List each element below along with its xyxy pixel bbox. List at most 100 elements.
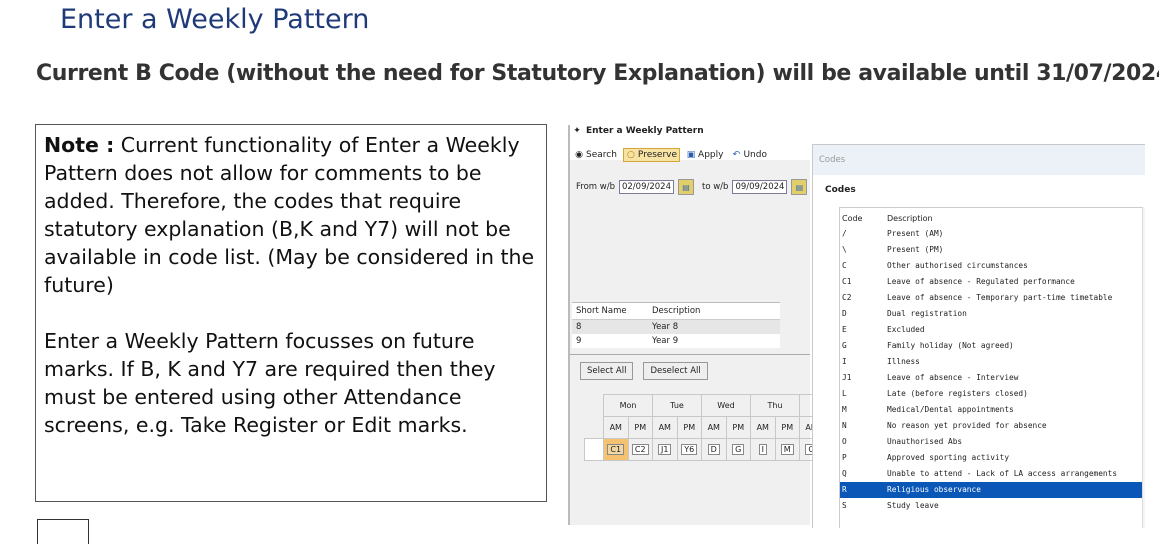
- column-header-code: Code: [842, 214, 863, 223]
- code-description-cell: Present (PM): [887, 245, 944, 254]
- code-list-item[interactable]: J1 Leave of absence - Interview: [840, 370, 1144, 386]
- pattern-code-cell[interactable]: Y6: [676, 438, 702, 461]
- code-cell: E: [842, 325, 847, 334]
- undo-button[interactable]: ↶ Undo: [729, 149, 769, 161]
- code-list-item[interactable]: D Dual registration: [840, 306, 1144, 322]
- calendar-icon[interactable]: ▤: [791, 179, 808, 195]
- code-cell: R: [842, 485, 847, 494]
- select-all-button[interactable]: Select All: [580, 362, 634, 380]
- code-description-cell: Present (AM): [887, 229, 944, 238]
- code-list-item[interactable]: R Religious observance: [840, 482, 1144, 498]
- pattern-code: C1: [607, 444, 625, 455]
- code-list-item[interactable]: \ Present (PM): [840, 242, 1144, 258]
- preserve-label: Preserve: [637, 150, 678, 160]
- code-list-item[interactable]: C Other authorised circumstances: [840, 258, 1144, 274]
- pattern-code: Y6: [681, 444, 698, 455]
- code-description-cell: Leave of absence - Temporary part-time t…: [887, 293, 1113, 302]
- code-description-cell: Leave of absence - Regulated performance: [887, 277, 1075, 286]
- pattern-code: J1: [658, 444, 672, 455]
- table-row[interactable]: 8 Year 8: [572, 320, 780, 334]
- undo-label: Undo: [743, 150, 767, 160]
- day-header: Thu: [750, 394, 800, 417]
- empty-box-shape: [37, 519, 89, 544]
- code-description-cell: Late (before registers closed): [887, 389, 1028, 398]
- session-header: PM: [774, 416, 800, 439]
- code-description-cell: Illness: [887, 357, 920, 366]
- code-list-item[interactable]: C2 Leave of absence - Temporary part-time…: [840, 290, 1144, 306]
- note-label: Note :: [44, 133, 115, 157]
- pattern-code-cell[interactable]: C2: [627, 438, 653, 461]
- session-header: PM: [627, 416, 653, 439]
- pattern-code-cell[interactable]: D: [701, 438, 727, 461]
- code-list-item[interactable]: / Present (AM): [840, 226, 1144, 242]
- code-cell: /: [842, 229, 847, 238]
- code-description-cell: No reason yet provided for absence: [887, 421, 1047, 430]
- from-date-field[interactable]: 02/09/2024: [618, 180, 674, 194]
- selection-buttons: Select All Deselect All: [580, 362, 708, 380]
- table-row[interactable]: 9 Year 9: [572, 334, 780, 348]
- session-header: AM: [652, 416, 678, 439]
- code-list-item[interactable]: C1 Leave of absence - Regulated performan…: [840, 274, 1144, 290]
- short-name-cell: 8: [576, 322, 582, 332]
- grid-day-row: Mon Tue Wed Thu: [585, 394, 824, 417]
- row-selector[interactable]: [584, 438, 604, 461]
- window-header: ✦ Enter a Weekly Pattern: [572, 126, 703, 136]
- year-group-table: Short Name Description 8 Year 8 9 Year 9: [572, 302, 780, 348]
- code-list-item[interactable]: L Late (before registers closed): [840, 386, 1144, 402]
- column-header-description: Description: [887, 214, 933, 223]
- grid-code-row: C1 C2 J1 Y6 D G I M O: [584, 438, 824, 461]
- code-list-item[interactable]: Q Unable to attend - Lack of LA access ar…: [840, 466, 1144, 482]
- pattern-code-cell[interactable]: M: [774, 438, 800, 461]
- code-description-cell: Family holiday (Not agreed): [887, 341, 1014, 350]
- calendar-icon[interactable]: ▤: [677, 179, 694, 195]
- code-cell: L: [842, 389, 847, 398]
- session-header: PM: [725, 416, 751, 439]
- code-cell: I: [842, 357, 847, 366]
- code-cell: C2: [842, 293, 852, 302]
- grid-corner: [585, 395, 604, 417]
- codes-popup-title: Codes: [813, 145, 1145, 175]
- code-list-item[interactable]: N No reason yet provided for absence: [840, 418, 1144, 434]
- codes-vertical-scrollbar[interactable]: [1142, 207, 1145, 528]
- code-list-item[interactable]: M Medical/Dental appointments: [840, 402, 1144, 418]
- code-list-item[interactable]: P Approved sporting activity: [840, 450, 1144, 466]
- section-divider: [570, 354, 810, 355]
- description-cell: Year 8: [652, 322, 679, 332]
- code-cell: P: [842, 453, 847, 462]
- pattern-code: G: [732, 444, 745, 455]
- binoculars-icon: ◉: [575, 150, 583, 160]
- code-list-item[interactable]: I Illness: [840, 354, 1144, 370]
- year-table-header: Short Name Description: [572, 303, 780, 320]
- code-cell: M: [842, 405, 847, 414]
- code-description-cell: Medical/Dental appointments: [887, 405, 1014, 414]
- save-icon: ▣: [686, 150, 696, 160]
- pattern-code-cell[interactable]: G: [725, 438, 751, 461]
- column-header-description: Description: [652, 306, 701, 316]
- note-paragraph-1: Note : Current functionality of Enter a …: [44, 131, 538, 299]
- to-date-field[interactable]: 09/09/2024: [732, 180, 788, 194]
- pattern-code: D: [707, 444, 720, 455]
- pattern-code: M: [780, 444, 794, 455]
- session-header: PM: [676, 416, 702, 439]
- description-cell: Year 9: [652, 336, 679, 346]
- preserve-button[interactable]: ○ Preserve: [622, 148, 681, 162]
- embedded-screenshot: ✦ Enter a Weekly Pattern ◉ Search ○ Pres…: [568, 122, 1145, 528]
- session-header: AM: [603, 416, 629, 439]
- apply-button[interactable]: ▣ Apply: [684, 149, 725, 161]
- codes-label: Codes: [825, 185, 856, 195]
- code-list-item[interactable]: E Excluded: [840, 322, 1144, 338]
- pattern-code-cell[interactable]: C1: [603, 438, 629, 461]
- app-logo-icon: ✦: [573, 126, 581, 136]
- column-header-short-name: Short Name: [576, 306, 627, 316]
- code-description-cell: Leave of absence - Interview: [887, 373, 1019, 382]
- note-box: Note : Current functionality of Enter a …: [35, 124, 547, 502]
- code-cell: N: [842, 421, 847, 430]
- pattern-code-cell[interactable]: I: [750, 438, 776, 461]
- code-description-cell: Other authorised circumstances: [887, 261, 1028, 270]
- code-list-item[interactable]: O Unauthorised Abs: [840, 434, 1144, 450]
- search-button[interactable]: ◉ Search: [572, 149, 619, 161]
- code-list-item[interactable]: S Study leave: [840, 498, 1144, 514]
- deselect-all-button[interactable]: Deselect All: [643, 362, 708, 380]
- code-list-item[interactable]: G Family holiday (Not agreed): [840, 338, 1144, 354]
- pattern-code-cell[interactable]: J1: [652, 438, 678, 461]
